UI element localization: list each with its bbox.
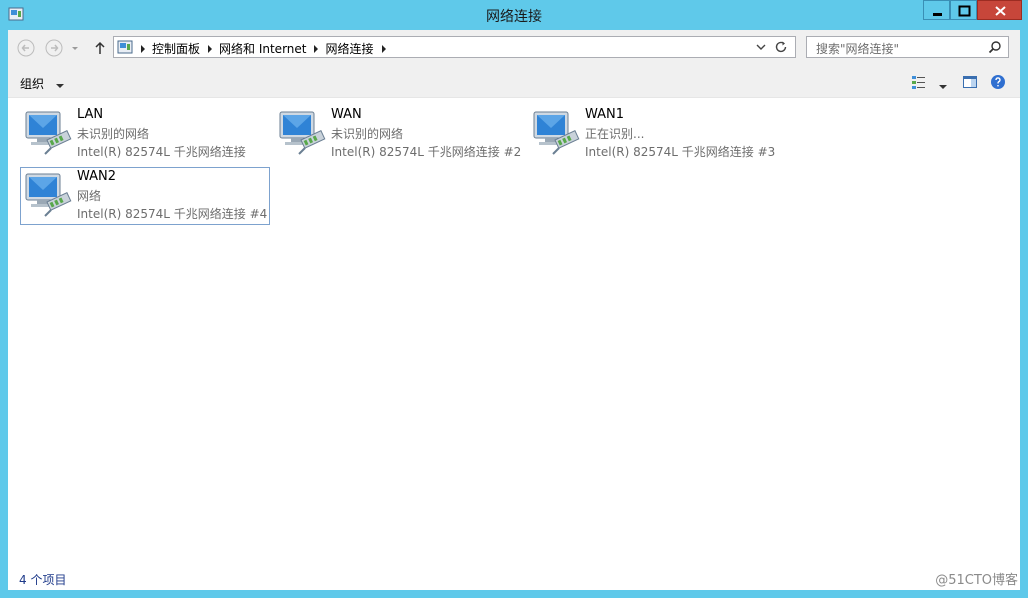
control-panel-icon [117,39,133,58]
content-area: LAN 未识别的网络 Intel(R) 82574L 千兆网络连接 WAN 未识… [8,98,1020,566]
up-arrow-icon[interactable] [92,38,108,58]
connection-name: WAN2 [77,169,117,184]
breadcrumb-separator-icon[interactable] [314,44,319,53]
connection-status: 网络 [77,189,102,203]
minimize-button[interactable] [923,0,950,20]
close-button[interactable] [977,0,1022,20]
connection-item-wan2[interactable]: WAN2 网络 Intel(R) 82574L 千兆网络连接 #4 [20,167,270,225]
connection-name: WAN [331,107,362,122]
explorer-window: 控制面板 网络和 Internet 网络连接 搜索"网络连接" 组织 LAN 未… [8,30,1020,590]
address-dropdown-chevron-icon[interactable] [755,40,767,57]
breadcrumb: 控制面板 网络和 Internet 网络连接 [136,40,390,57]
search-icon[interactable] [988,40,1002,57]
connection-name: LAN [77,107,104,122]
connection-adapter: Intel(R) 82574L 千兆网络连接 #2 [331,145,522,159]
view-options-chevron-icon[interactable] [939,79,947,93]
breadcrumb-network-and-internet[interactable]: 网络和 Internet [216,40,309,57]
breadcrumb-network-connections[interactable]: 网络连接 [322,40,376,57]
breadcrumb-separator-icon[interactable] [208,44,213,53]
search-placeholder: 搜索"网络连接" [816,42,900,56]
network-adapter-icon [23,110,73,158]
breadcrumb-separator-icon[interactable] [141,44,145,53]
item-count: 4 个项目 [19,573,67,587]
connection-adapter: Intel(R) 82574L 千兆网络连接 #3 [585,145,776,159]
recent-locations-chevron-icon[interactable] [70,38,80,58]
connection-status: 未识别的网络 [331,127,404,141]
connection-adapter: Intel(R) 82574L 千兆网络连接 [77,145,246,159]
network-adapter-icon [23,172,73,220]
connection-adapter: Intel(R) 82574L 千兆网络连接 #4 [77,207,268,221]
change-view-icon[interactable] [911,74,927,93]
back-arrow-icon[interactable] [16,38,36,58]
connection-name: WAN1 [585,107,625,122]
network-adapter-icon [277,110,327,158]
window-title: 网络连接 [486,9,542,25]
organize-menu-button[interactable]: 组织 [20,75,64,92]
address-bar[interactable]: 控制面板 网络和 Internet 网络连接 [113,36,796,58]
network-adapter-icon [531,110,581,158]
navigation-bar: 控制面板 网络和 Internet 网络连接 搜索"网络连接" [8,30,1020,66]
forward-arrow-icon[interactable] [44,38,64,58]
title-bar: 网络连接 [0,0,1028,30]
connection-item-wan1[interactable]: WAN1 正在识别... Intel(R) 82574L 千兆网络连接 #3 [528,105,778,163]
maximize-button[interactable] [950,0,977,20]
preview-pane-icon[interactable] [962,74,978,93]
search-input[interactable]: 搜索"网络连接" [806,36,1009,58]
connection-item-lan[interactable]: LAN 未识别的网络 Intel(R) 82574L 千兆网络连接 [20,105,270,163]
help-icon[interactable] [990,74,1006,93]
breadcrumb-separator-icon[interactable] [381,44,386,53]
refresh-icon[interactable] [774,40,788,57]
command-bar: 组织 [8,66,1020,98]
connection-item-wan[interactable]: WAN 未识别的网络 Intel(R) 82574L 千兆网络连接 #2 [274,105,524,163]
connection-status: 未识别的网络 [77,127,150,141]
breadcrumb-control-panel[interactable]: 控制面板 [149,40,203,57]
organize-label: 组织 [20,77,45,91]
connection-status: 正在识别... [585,127,645,141]
chevron-down-icon [55,78,64,92]
status-bar: 4 个项目 [8,566,1020,590]
watermark: @51CTO博客 [935,573,1018,588]
